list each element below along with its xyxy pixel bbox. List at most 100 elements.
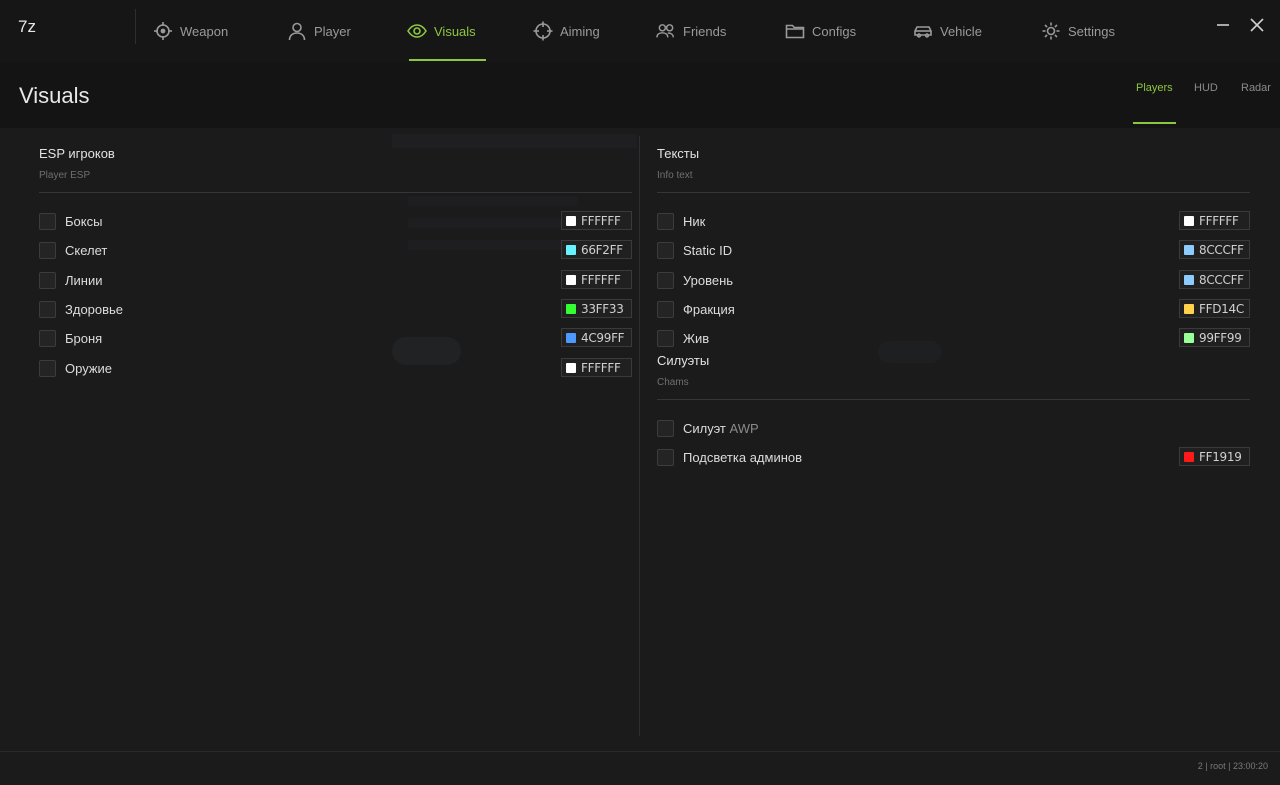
top-nav-bar: 7z Weapon Player Visuals Aiming Friends …	[0, 0, 1280, 62]
section-divider	[657, 192, 1250, 193]
nav-tab-player[interactable]: Player	[287, 0, 351, 62]
user-icon	[288, 22, 306, 41]
checkbox-nick[interactable]	[657, 212, 674, 230]
footer-divider	[0, 751, 1280, 752]
subtab-hud[interactable]: HUD	[1194, 82, 1218, 94]
color-hex: 66F2FF	[581, 242, 623, 257]
option-label: Ник	[683, 213, 706, 229]
checkbox-admin-highlight[interactable]	[657, 448, 674, 466]
ghost-button	[878, 341, 942, 363]
nav-tab-configs[interactable]: Configs	[785, 0, 856, 62]
minimize-button[interactable]	[1212, 14, 1234, 36]
option-row-admin-highlight: Подсветка админов	[657, 447, 802, 467]
checkbox-static-id[interactable]	[657, 241, 674, 259]
color-picker-skeleton[interactable]: 66F2FF	[561, 240, 632, 259]
section-divider	[39, 192, 632, 193]
checkbox-alive[interactable]	[657, 329, 674, 347]
checkbox-weapon[interactable]	[39, 359, 56, 377]
color-chip	[1184, 215, 1194, 226]
color-hex: FFFFFF	[1199, 213, 1239, 228]
nav-tab-settings[interactable]: Settings	[1041, 0, 1115, 62]
color-chip	[566, 244, 576, 255]
nav-tab-label: Visuals	[434, 23, 476, 39]
subtab-players[interactable]: Players	[1136, 82, 1173, 94]
color-chip	[566, 215, 576, 226]
color-picker-armor[interactable]: 4C99FF	[561, 328, 632, 347]
color-picker-alive[interactable]: 99FF99	[1179, 328, 1250, 347]
color-picker-nick[interactable]: FFFFFF	[1179, 211, 1250, 230]
color-hex: FF1919	[1199, 449, 1242, 464]
checkbox-boxes[interactable]	[39, 212, 56, 230]
option-row-boxes: Боксы	[39, 211, 102, 231]
nav-tab-vehicle[interactable]: Vehicle	[913, 0, 982, 62]
section-title-prefix: ESP	[39, 146, 65, 161]
option-label: Скелет	[65, 242, 108, 258]
color-picker-lines[interactable]: FFFFFF	[561, 270, 632, 289]
color-picker-level[interactable]: 8CCCFF	[1179, 270, 1250, 289]
option-label: Броня	[65, 330, 103, 346]
section-title-texts: Тексты	[657, 146, 700, 161]
ghost-text-line	[408, 196, 578, 206]
checkbox-armor[interactable]	[39, 329, 56, 347]
color-hex: 4C99FF	[581, 330, 625, 345]
column-divider	[639, 136, 640, 736]
section-title-chams: Силуэты	[657, 353, 710, 368]
car-icon	[914, 26, 932, 38]
option-row-silhouette: Силуэт AWP	[657, 418, 759, 438]
color-picker-health[interactable]: 33FF33	[561, 299, 632, 318]
color-picker-boxes[interactable]: FFFFFF	[561, 211, 632, 230]
subtab-active-indicator	[1133, 122, 1176, 124]
close-button[interactable]	[1246, 14, 1268, 36]
color-hex: 33FF33	[581, 301, 624, 316]
color-chip	[1184, 332, 1194, 343]
logo-separator	[135, 9, 136, 44]
color-hex: FFD14C	[1199, 301, 1244, 316]
eye-icon	[407, 24, 427, 38]
nav-tab-label: Friends	[683, 23, 727, 39]
nav-active-indicator	[409, 59, 486, 61]
section-subtitle-texts: Info text	[657, 170, 693, 181]
color-hex: FFFFFF	[581, 360, 621, 375]
option-label-suffix: AWP	[729, 420, 759, 436]
checkbox-lines[interactable]	[39, 271, 56, 289]
color-picker-faction[interactable]: FFD14C	[1179, 299, 1250, 318]
option-label: Уровень	[683, 272, 734, 288]
option-row-level: Уровень	[657, 270, 733, 290]
nav-tab-weapon[interactable]: Weapon	[153, 0, 228, 62]
option-label: Здоровье	[65, 301, 124, 317]
option-label: Жив	[683, 330, 710, 346]
color-chip	[566, 362, 576, 373]
checkbox-skeleton[interactable]	[39, 241, 56, 259]
nav-tab-friends[interactable]: Friends	[656, 0, 726, 62]
color-hex: FFFFFF	[581, 272, 621, 287]
color-chip	[1184, 451, 1194, 462]
folder-icon	[785, 24, 805, 39]
checkbox-silhouette[interactable]	[657, 419, 674, 437]
checkbox-health[interactable]	[39, 300, 56, 318]
section-subtitle-chams: Chams	[657, 377, 689, 388]
users-icon	[656, 24, 674, 38]
checkbox-faction[interactable]	[657, 300, 674, 318]
color-picker-admin-highlight[interactable]: FF1919	[1179, 447, 1250, 466]
color-chip	[566, 303, 576, 314]
nav-tab-visuals[interactable]: Visuals	[407, 0, 476, 62]
section-divider	[657, 399, 1250, 400]
option-label: Фракция	[683, 301, 735, 317]
nav-tab-aiming[interactable]: Aiming	[533, 0, 600, 62]
close-icon	[1250, 18, 1264, 32]
option-label: Подсветка админов	[683, 449, 803, 465]
subtab-radar[interactable]: Radar	[1241, 82, 1271, 94]
option-row-health: Здоровье	[39, 299, 123, 319]
nav-tab-label: Configs	[812, 23, 857, 39]
checkbox-level[interactable]	[657, 271, 674, 289]
option-row-skeleton: Скелет	[39, 240, 107, 260]
option-label-main: Силуэт	[683, 420, 726, 436]
nav-tab-label: Weapon	[180, 23, 229, 39]
color-picker-weapon[interactable]: FFFFFF	[561, 358, 632, 377]
color-chip	[566, 332, 576, 343]
color-chip	[1184, 303, 1194, 314]
gear-icon	[1042, 22, 1060, 40]
option-row-weapon: Оружие	[39, 358, 112, 378]
ghost-text-line	[392, 134, 637, 148]
color-picker-static-id[interactable]: 8CCCFF	[1179, 240, 1250, 259]
